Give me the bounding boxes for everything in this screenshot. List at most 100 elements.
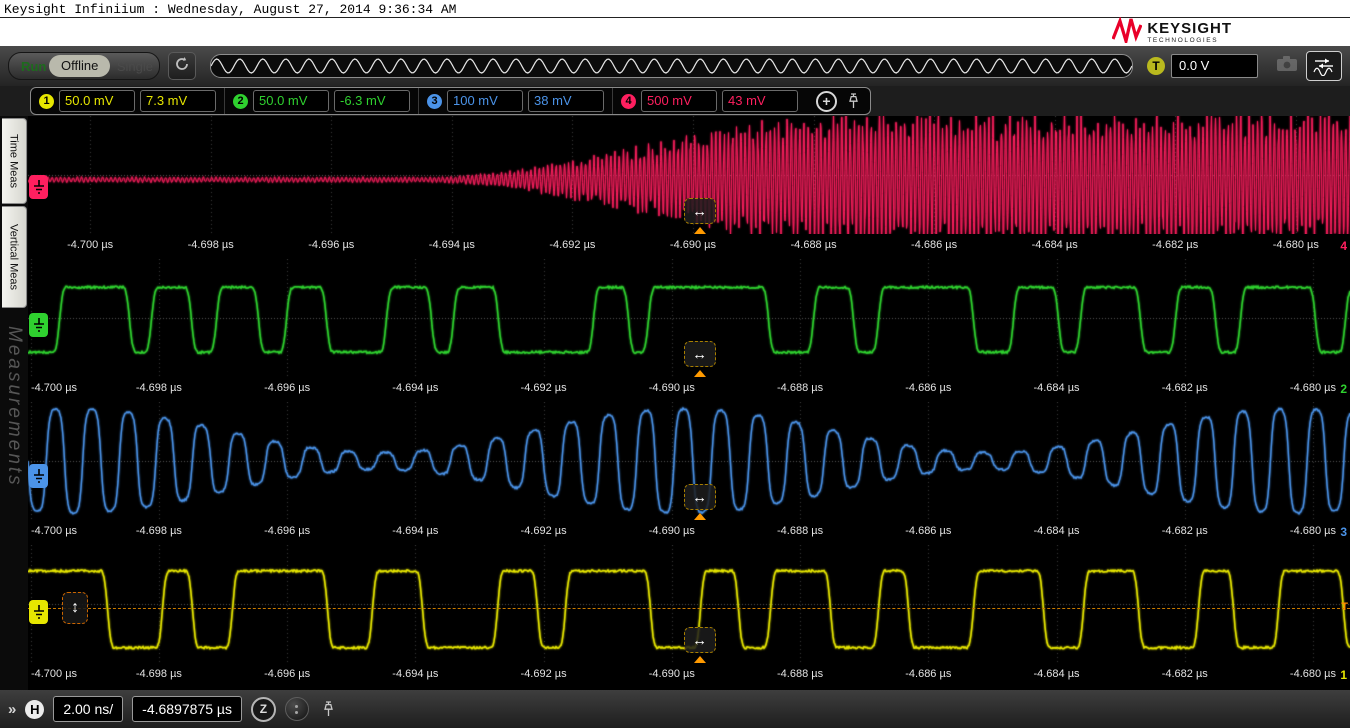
refresh-icon [174, 56, 190, 77]
horizontal-reference-triangle [694, 227, 706, 234]
time-axis-ch2: -4.700 µs-4.698 µs-4.696 µs-4.694 µs-4.6… [28, 377, 1350, 402]
tab-time-meas[interactable]: Time Meas [2, 118, 27, 204]
waveform-plot-ch4[interactable]: ↔ [28, 116, 1350, 234]
trigger-source-button[interactable]: T [1147, 57, 1165, 75]
horizontal-reference-triangle [694, 370, 706, 377]
horizontal-reference-triangle [694, 513, 706, 520]
time-label: -4.684 µs [1033, 382, 1079, 394]
channel-1-ground-marker[interactable] [29, 600, 48, 624]
time-label: -4.682 µs [1152, 239, 1198, 251]
expand-chevrons[interactable]: » [8, 701, 16, 718]
time-label: -4.694 µs [392, 525, 438, 537]
time-label: -4.686 µs [905, 668, 951, 680]
channel-3-ground-marker[interactable] [29, 464, 48, 488]
trigger-level-field[interactable]: 0.0 V [1171, 54, 1258, 78]
waveform-plot-ch2[interactable]: ↔ [28, 259, 1350, 377]
time-label: -4.700 µs [67, 239, 113, 251]
tab-vertical-meas[interactable]: Vertical Meas [2, 206, 27, 308]
measurements-watermark: Measurements [3, 326, 25, 488]
trigger-level-marker[interactable]: ↕ [62, 592, 88, 624]
channel-1-controls: 1 50.0 mV7.3 mV [31, 88, 224, 114]
time-label: -4.680 µs [1273, 239, 1319, 251]
time-label: -4.686 µs [905, 525, 951, 537]
channel-4-button[interactable]: 4 [621, 94, 636, 109]
time-label: -4.686 µs [911, 239, 957, 251]
horizontal-acquisition-preview[interactable] [210, 54, 1133, 78]
channel-3-button[interactable]: 3 [427, 94, 442, 109]
run-stop-control[interactable]: Run Single Offline [8, 52, 160, 80]
horizontal-position-field[interactable]: -4.6897875 µs [132, 696, 242, 722]
channel-2-offset-field[interactable]: -6.3 mV [334, 90, 410, 112]
time-label: -4.692 µs [549, 239, 595, 251]
screenshot-icon[interactable] [1276, 55, 1298, 77]
time-label: -4.694 µs [429, 239, 475, 251]
trigger-level-label: T [1341, 601, 1348, 613]
compare-arrows-icon [1312, 56, 1336, 76]
channel-number-label: 2 [1340, 382, 1347, 396]
channel-1-button[interactable]: 1 [39, 94, 54, 109]
single-button[interactable]: Single [117, 59, 153, 74]
title-bar: Keysight Infiniium : Wednesday, August 2… [0, 0, 1350, 46]
left-sidebar: Time Meas Vertical Meas Measurements [0, 116, 28, 690]
time-label: -4.692 µs [521, 382, 567, 394]
time-label: -4.700 µs [31, 525, 77, 537]
time-label: -4.692 µs [521, 668, 567, 680]
window-title: Keysight Infiniium : Wednesday, August 2… [4, 2, 456, 17]
time-label: -4.688 µs [777, 668, 823, 680]
horizontal-position-marker[interactable]: ↔ [684, 484, 716, 510]
horizontal-settings-bar: » H 2.00 ns/ -4.6897875 µs Z [0, 690, 1350, 728]
time-label: -4.698 µs [188, 239, 234, 251]
pin-icon[interactable] [847, 93, 860, 109]
timebase-scale-field[interactable]: 2.00 ns/ [53, 696, 123, 722]
pin-icon[interactable] [322, 701, 335, 717]
channel-number-label: 1 [1340, 668, 1347, 682]
waveform-display-area: ↔-4.700 µs-4.698 µs-4.696 µs-4.694 µs-4.… [28, 116, 1350, 690]
time-label: -4.700 µs [31, 382, 77, 394]
waveform-plot-ch1[interactable]: ↔ T ↕ [28, 545, 1350, 663]
channel-4-ground-marker[interactable] [29, 175, 48, 199]
time-label: -4.682 µs [1162, 382, 1208, 394]
channel-settings-bar: 150.0 mV7.3 mV250.0 mV-6.3 mV3100 mV38 m… [0, 86, 1350, 116]
time-label: -4.684 µs [1033, 525, 1079, 537]
waveform-plot-ch3[interactable]: ↔ [28, 402, 1350, 520]
channel-number-label: 3 [1340, 525, 1347, 539]
logo-brand: KEYSIGHT [1147, 21, 1232, 36]
time-axis-ch4: -4.700 µs-4.698 µs-4.696 µs-4.694 µs-4.6… [28, 234, 1350, 259]
trigger-level-line[interactable] [28, 608, 1350, 609]
channel-group: 150.0 mV7.3 mV250.0 mV-6.3 mV3100 mV38 m… [30, 87, 871, 115]
channel-3-offset-field[interactable]: 38 mV [528, 90, 604, 112]
acquisition-toolbar: Run Single Offline T 0.0 V [0, 46, 1350, 86]
horizontal-menu-button[interactable]: H [25, 700, 44, 719]
channel-4-scale-field[interactable]: 500 mV [641, 90, 717, 112]
channel-4-offset-field[interactable]: 43 mV [722, 90, 798, 112]
time-label: -4.698 µs [136, 382, 182, 394]
offline-status-badge: Offline [49, 55, 110, 77]
horizontal-position-marker[interactable]: ↔ [684, 198, 716, 224]
channel-2-button[interactable]: 2 [233, 94, 248, 109]
zoom-button[interactable]: Z [251, 697, 276, 722]
time-label: -4.680 µs [1290, 382, 1336, 394]
time-label: -4.690 µs [649, 668, 695, 680]
time-label: -4.680 µs [1290, 668, 1336, 680]
rerun-button[interactable] [168, 52, 196, 80]
waveform-compare-button[interactable] [1306, 51, 1342, 81]
keysight-spark-icon [1112, 17, 1142, 48]
time-label: -4.686 µs [905, 382, 951, 394]
channel-3-scale-field[interactable]: 100 mV [447, 90, 523, 112]
channel-1-scale-field[interactable]: 50.0 mV [59, 90, 135, 112]
time-axis-ch1: -4.700 µs-4.698 µs-4.696 µs-4.694 µs-4.6… [28, 663, 1350, 688]
channel-2-controls: 2 50.0 mV-6.3 mV [224, 88, 418, 114]
time-label: -4.690 µs [670, 239, 716, 251]
horizontal-position-marker[interactable]: ↔ [684, 627, 716, 653]
channel-1-offset-field[interactable]: 7.3 mV [140, 90, 216, 112]
add-waveform-button[interactable]: + [816, 91, 837, 112]
channel-2-scale-field[interactable]: 50.0 mV [253, 90, 329, 112]
time-label: -4.698 µs [136, 525, 182, 537]
channel-2-ground-marker[interactable] [29, 313, 48, 337]
horizontal-position-marker[interactable]: ↔ [684, 341, 716, 367]
run-button[interactable]: Run [9, 59, 46, 74]
time-label: -4.682 µs [1162, 668, 1208, 680]
keysight-logo: KEYSIGHT TECHNOLOGIES [1112, 17, 1232, 48]
time-label: -4.696 µs [264, 668, 310, 680]
horizontal-knob[interactable] [285, 697, 309, 721]
